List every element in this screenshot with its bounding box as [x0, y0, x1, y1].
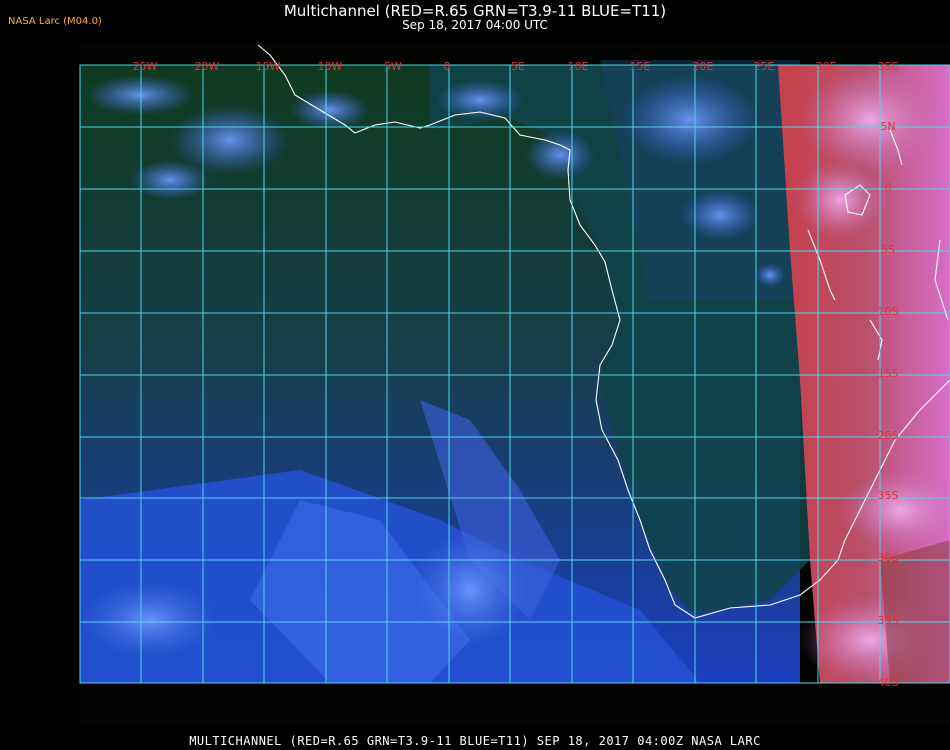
latitude-label-40s: 40S [878, 676, 899, 689]
satellite-map[interactable]: 25W 20W 15W 10W 5W 0 5E 10E 15E 20E 25E 30E 35E 5N 0 5… [0, 0, 950, 750]
longitude-label-25w: 25W [133, 60, 158, 73]
latitude-label-5s: 5S [881, 243, 895, 256]
latitude-label-30s: 30S [878, 551, 899, 564]
longitude-label-5w: 5W [384, 60, 402, 73]
latitude-label-35s: 35S [878, 614, 899, 627]
footer-caption: MULTICHANNEL (RED=R.65 GRN=T3.9-11 BLUE=… [189, 734, 761, 748]
imagery-layer [80, 60, 950, 685]
latitude-label-15s: 15S [878, 367, 899, 380]
longitude-label-25e: 25E [754, 60, 775, 73]
latitude-label-20s: 20S [878, 429, 899, 442]
longitude-label-10w: 10W [318, 60, 343, 73]
latitude-label-10s: 10S [878, 305, 899, 318]
latitude-label-0: 0 [885, 181, 892, 194]
longitude-label-10e: 10E [568, 60, 589, 73]
latitude-label-35s: 35S [878, 489, 899, 502]
longitude-label-15w: 15W [256, 60, 281, 73]
longitude-label-5e: 5E [511, 60, 525, 73]
longitude-label-20e: 20E [693, 60, 714, 73]
latitude-label-5n: 5N [880, 120, 895, 133]
longitude-label-20w: 20W [195, 60, 220, 73]
longitude-label-35e: 35E [878, 60, 899, 73]
longitude-label-15e: 15E [630, 60, 651, 73]
longitude-label-0: 0 [444, 60, 451, 73]
longitude-label-30e: 30E [816, 60, 837, 73]
